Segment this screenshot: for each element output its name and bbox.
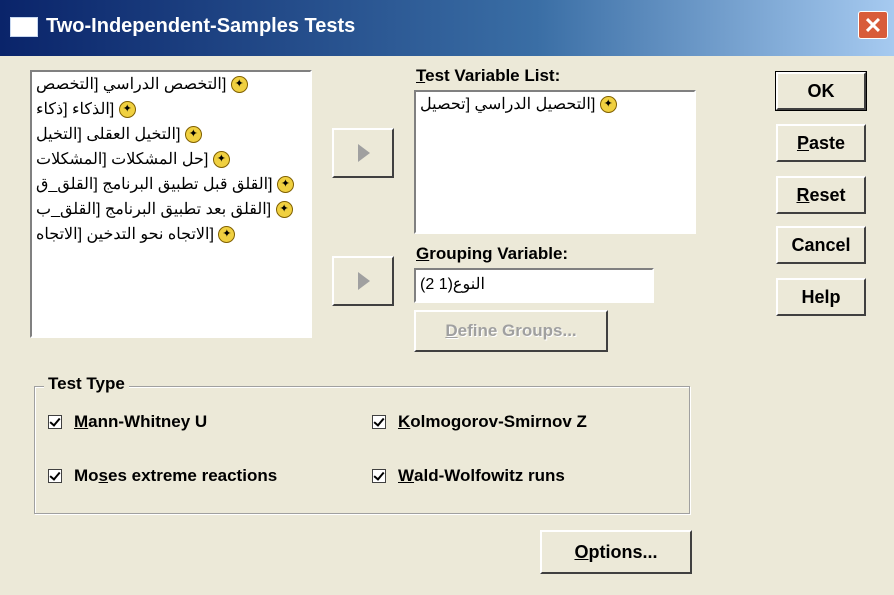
grouping-variable-label: Grouping Variable: bbox=[416, 244, 569, 263]
list-item[interactable]: ✦ [القلق بعد تطبيق البرنامج [القلق_ب bbox=[32, 197, 310, 222]
define-groups-button[interactable]: Define Groups... bbox=[414, 310, 608, 352]
kolmogorov-option[interactable]: Kolmogorov-Smirnov Z bbox=[372, 412, 587, 432]
window-icon bbox=[10, 17, 38, 37]
move-to-test-list-button[interactable] bbox=[332, 128, 394, 178]
test-type-group bbox=[34, 386, 690, 514]
right-arrow-icon bbox=[358, 272, 370, 290]
cancel-button[interactable]: Cancel bbox=[776, 226, 866, 264]
ok-button[interactable]: OK bbox=[775, 71, 867, 111]
test-type-title: Test Type bbox=[44, 374, 129, 394]
close-button[interactable]: ✕ bbox=[858, 11, 888, 39]
help-button[interactable]: Help bbox=[776, 278, 866, 316]
list-item[interactable]: ✦ [حل المشكلات [المشكلات bbox=[32, 147, 310, 172]
test-variable-list[interactable]: ✦ [التحصيل الدراسي [تحصيل bbox=[414, 90, 696, 234]
source-variable-list[interactable]: ✦ [التخصص الدراسي [التخصص ✦ [الذكاء [ذكا… bbox=[30, 70, 312, 338]
window-title: Two-Independent-Samples Tests bbox=[46, 15, 356, 37]
title-bar: Two-Independent-Samples Tests ✕ bbox=[0, 0, 894, 56]
list-item[interactable]: ✦ [القلق قبل تطبيق البرنامج [القلق_ق bbox=[32, 172, 310, 197]
moses-option[interactable]: Mo s es extreme reactions bbox=[48, 466, 277, 486]
reset-button[interactable]: Reset bbox=[776, 176, 866, 214]
variable-icon: ✦ bbox=[276, 176, 294, 194]
options-button[interactable]: Options... bbox=[540, 530, 692, 574]
right-arrow-icon bbox=[358, 144, 370, 162]
grouping-variable-field[interactable]: النوع(1 2) bbox=[414, 268, 654, 303]
variable-icon: ✦ bbox=[275, 201, 293, 219]
variable-icon: ✦ bbox=[599, 96, 617, 114]
kolmogorov-checkbox[interactable] bbox=[372, 415, 386, 429]
variable-icon: ✦ bbox=[212, 151, 230, 169]
grouping-value: النوع(1 2) bbox=[420, 276, 485, 293]
list-item[interactable]: ✦ [الاتجاه نحو التدخين [الاتجاه bbox=[32, 222, 310, 247]
mann-whitney-option[interactable]: Mann-Whitney U bbox=[48, 412, 207, 432]
list-item[interactable]: ✦ [التخصص الدراسي [التخصص bbox=[32, 72, 310, 97]
test-variable-label: Test Variable List: bbox=[416, 66, 561, 85]
list-item[interactable]: ✦ [الذكاء [ذكاء bbox=[32, 97, 310, 122]
move-to-grouping-button[interactable] bbox=[332, 256, 394, 306]
paste-button[interactable]: Paste bbox=[776, 124, 866, 162]
list-item[interactable]: ✦ [التحصيل الدراسي [تحصيل bbox=[416, 92, 694, 117]
list-item[interactable]: ✦ [التخيل العقلى [التخيل bbox=[32, 122, 310, 147]
moses-checkbox[interactable] bbox=[48, 469, 62, 483]
wald-wolfowitz-checkbox[interactable] bbox=[372, 469, 386, 483]
variable-icon: ✦ bbox=[218, 226, 236, 244]
variable-icon: ✦ bbox=[230, 76, 248, 94]
mann-whitney-checkbox[interactable] bbox=[48, 415, 62, 429]
variable-icon: ✦ bbox=[118, 101, 136, 119]
variable-icon: ✦ bbox=[184, 126, 202, 144]
wald-wolfowitz-option[interactable]: Wald-Wolfowitz runs bbox=[372, 466, 565, 486]
